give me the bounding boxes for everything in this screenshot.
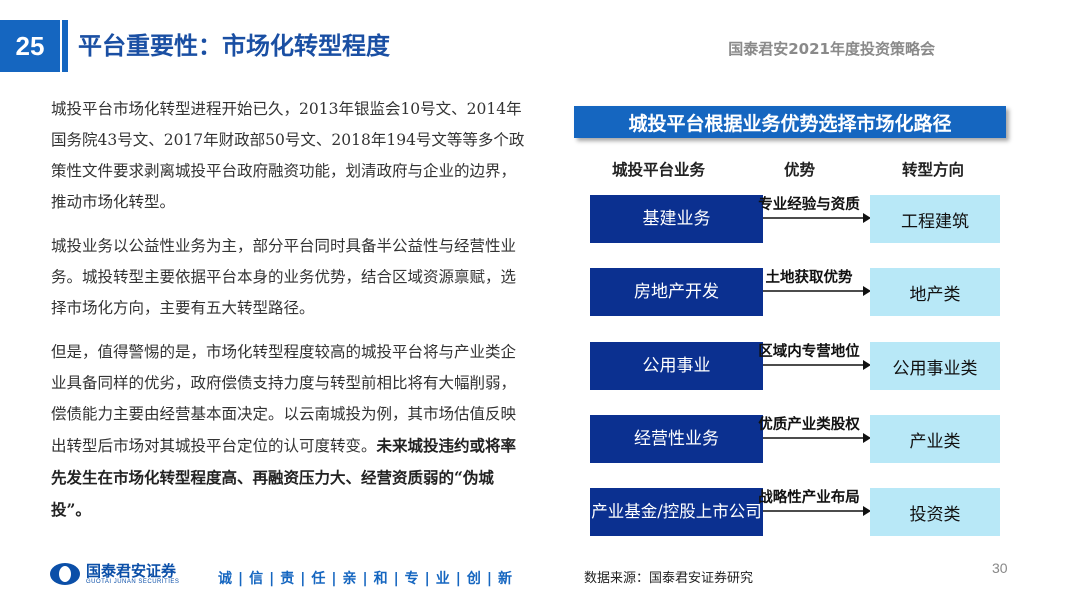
direction-box: 投资类 [870, 488, 1000, 536]
title-accent-bar [62, 20, 68, 72]
column-header-advantage: 优势 [784, 160, 816, 179]
business-box: 产业基金/控股上市公司 [590, 488, 763, 536]
business-box: 经营性业务 [590, 415, 763, 463]
direction-box: 公用事业类 [870, 342, 1000, 390]
direction-box: 产业类 [870, 415, 1000, 463]
arrow-icon [763, 213, 871, 223]
direction-box: 地产类 [870, 268, 1000, 316]
arrow-icon [763, 286, 871, 296]
paragraph-2: 城投业务以公益性业务为主，部分平台同时具备半公益性与经营性业务。城投转型主要依据… [51, 237, 517, 317]
direction-box: 工程建筑 [870, 195, 1000, 243]
arrow-icon [763, 360, 871, 370]
data-source: 数据来源：国泰君安证券研究 [584, 571, 754, 586]
logo-name: 国泰君安证券 [86, 562, 177, 580]
business-box: 房地产开发 [590, 268, 763, 316]
company-logo: 国泰君安证券 GUOTAI JUNAN SECURITIES [50, 563, 179, 585]
business-box: 公用事业 [590, 342, 763, 390]
body-text: 城投平台市场化转型进程开始已久，2013年银监会10号文、2014年国务院43号… [51, 94, 531, 539]
column-header-business: 城投平台业务 [612, 160, 706, 179]
report-name: 国泰君安2021年度投资策略会 [728, 40, 935, 58]
slide-number: 30 [992, 560, 1008, 576]
diagram-title: 城投平台根据业务优势选择市场化路径 [574, 106, 1006, 138]
arrow-icon [763, 433, 871, 443]
logo-icon [50, 563, 80, 585]
column-header-direction: 转型方向 [902, 160, 965, 179]
business-box: 基建业务 [590, 195, 763, 243]
paragraph-1: 城投平台市场化转型进程开始已久，2013年银监会10号文、2014年国务院43号… [51, 100, 525, 211]
slogan: 诚|信|责|任|亲|和|专|业|创|新 [218, 571, 519, 587]
page-number-badge: 25 [0, 20, 60, 72]
arrow-icon [763, 506, 871, 516]
page-title: 平台重要性：市场化转型程度 [78, 32, 390, 60]
paragraph-3: 但是，值得警惕的是，市场化转型程度较高的城投平台将与产业类企业具备同样的优劣，政… [51, 337, 531, 526]
logo-subtitle: GUOTAI JUNAN SECURITIES [86, 579, 180, 585]
